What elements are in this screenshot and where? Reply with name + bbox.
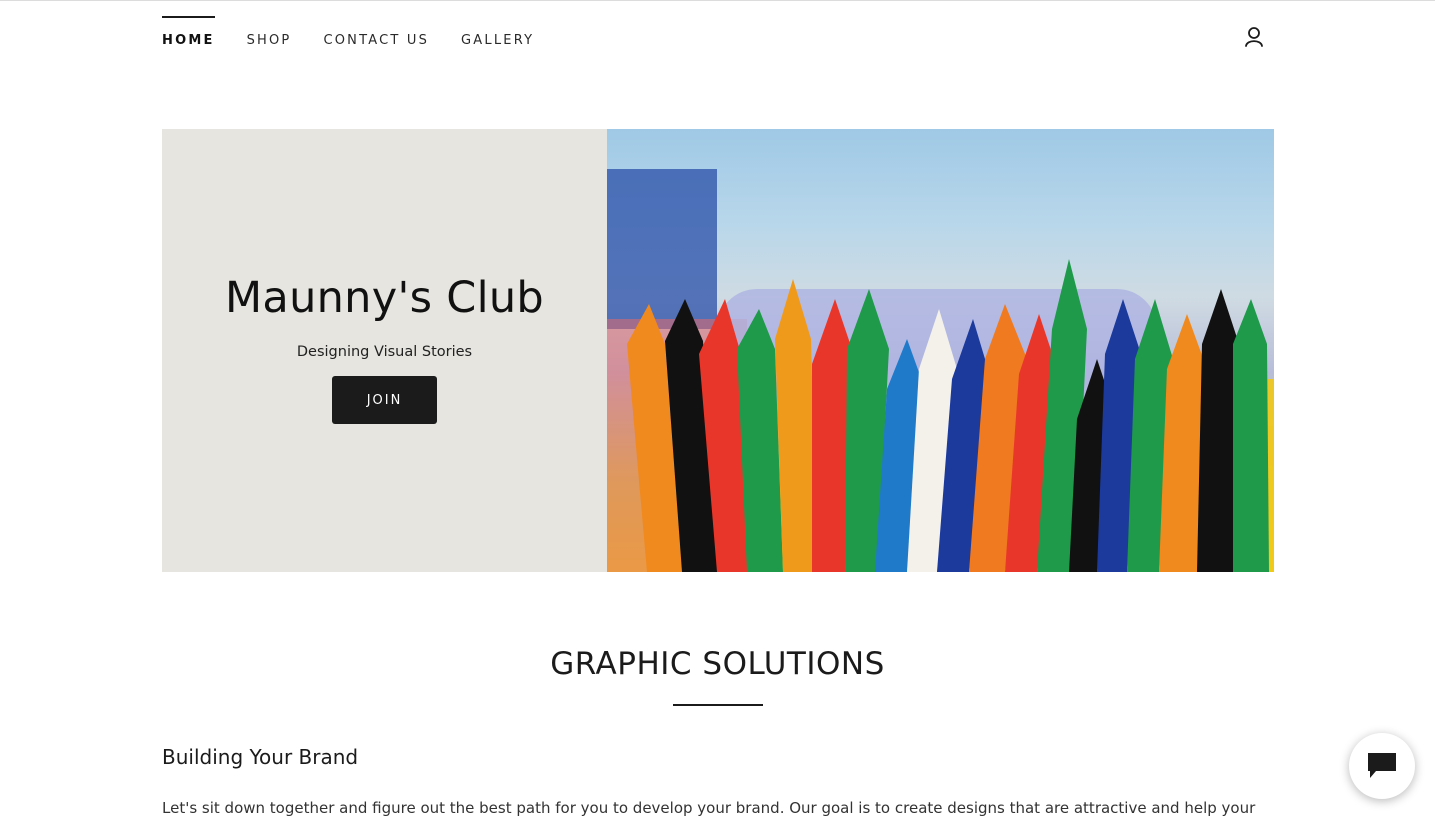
main-nav: HOME SHOP CONTACT US GALLERY (162, 16, 534, 48)
section-divider (673, 704, 763, 706)
hero-subtitle: Designing Visual Stories (296, 344, 473, 360)
nav-gallery[interactable]: GALLERY (461, 16, 534, 48)
body-paragraph: Let's sit down together and figure out t… (162, 799, 1256, 817)
hero-banner: Maunny's Club Designing Visual Stories J… (162, 129, 1274, 572)
account-button[interactable] (1243, 26, 1265, 48)
chat-bubble-icon (1368, 753, 1396, 778)
nav-home[interactable]: HOME (162, 16, 215, 48)
top-divider (0, 0, 1435, 1)
user-icon (1245, 27, 1263, 47)
nav-contact-us[interactable]: CONTACT US (323, 16, 429, 48)
hero-title: Maunny's Club (225, 273, 544, 323)
join-button[interactable]: JOIN (332, 376, 437, 424)
hero-image-colored-pencils (607, 129, 1274, 572)
subheading: Building Your Brand (162, 745, 359, 769)
colored-pencils-illustration (607, 169, 1274, 572)
nav-shop[interactable]: SHOP (247, 16, 292, 48)
section-title: GRAPHIC SOLUTIONS (550, 646, 885, 682)
chat-button[interactable] (1349, 733, 1415, 799)
hero-text-panel: Maunny's Club Designing Visual Stories J… (162, 129, 607, 572)
